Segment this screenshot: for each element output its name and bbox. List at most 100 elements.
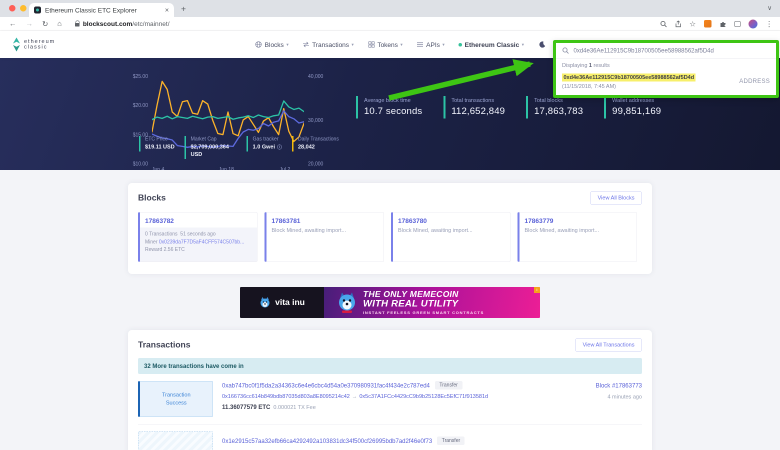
ethereum-classic-logo[interactable]: ethereum classic <box>12 37 55 52</box>
chevron-down-icon: ▾ <box>286 42 288 48</box>
browser-menu-icon[interactable]: ⋮ <box>766 19 774 28</box>
view-all-blocks-button[interactable]: View All Blocks <box>590 191 642 205</box>
search-result-type: ADDRESS <box>739 78 770 85</box>
hero-substats: ETC Price $19.11 USD Market Cap $2,709,0… <box>139 136 339 159</box>
browser-tab[interactable]: Ethereum Classic ETC Explorer × <box>29 3 174 17</box>
tab-close-icon[interactable]: × <box>165 6 169 14</box>
info-icon[interactable]: i <box>277 145 282 150</box>
network-status-dot-icon <box>459 43 463 47</box>
view-all-transactions-button[interactable]: View All Transactions <box>575 338 642 352</box>
search-dropdown: 0xd4e36Ae112915C9b18700505ee58988562af5D… <box>553 40 779 98</box>
block-tx-count: 0 Transactions <box>145 232 178 238</box>
blocks-title: Blocks <box>138 193 166 203</box>
block-number-link[interactable]: 17863781 <box>267 213 384 228</box>
reload-icon[interactable]: ↻ <box>42 19 48 28</box>
block-reward: Reward 2.56 ETC <box>145 246 252 254</box>
block-status: Block Mined, awaiting import... <box>520 228 637 234</box>
globe-icon <box>255 41 262 48</box>
url-path: /etc/mainnet/ <box>132 20 169 28</box>
etc-diamond-icon <box>12 37 21 52</box>
back-icon[interactable]: ← <box>9 20 17 29</box>
new-transactions-banner[interactable]: 32 More transactions have come in <box>138 358 642 374</box>
stat-label: ETC Price <box>145 137 175 143</box>
ad-copy: THE ONLY MEMECOIN WITH REAL UTILITY INST… <box>363 290 484 315</box>
nav-network-selector[interactable]: Ethereum Classic ▾ <box>459 41 524 49</box>
window-close-button[interactable] <box>9 5 16 12</box>
home-icon[interactable]: ⌂ <box>57 20 62 29</box>
stat-value: 28,042 <box>298 144 339 151</box>
search-result-hash[interactable]: 0xd4e36Ae112915C9b18700505ee58988562af5D… <box>562 74 696 82</box>
stat-value: $19.11 USD <box>145 144 175 151</box>
nav-transactions[interactable]: Transactions ▾ <box>303 41 354 49</box>
lock-icon <box>75 23 80 27</box>
list-icon <box>417 41 424 48</box>
stat-label: Wallet addresses <box>612 98 661 104</box>
stat-total-transactions: Total transactions 112,652,849 <box>443 96 505 119</box>
browser-window: Ethereum Classic ETC Explorer × + ∨ ← → … <box>0 0 780 450</box>
stat-etc-price: ETC Price $19.11 USD <box>139 136 175 151</box>
share-icon[interactable] <box>675 20 682 27</box>
transaction-hash-link[interactable]: 0x1e2915c57aa32efb66ca4292492a103831dc34… <box>222 437 432 444</box>
divider <box>138 424 642 425</box>
block-number-link[interactable]: 17863779 <box>520 213 637 228</box>
to-address-link[interactable]: 0x5c37A1FCc4429cC9b9b25128Ec5EfC71f91358… <box>359 394 488 400</box>
nav-apis[interactable]: APIs ▾ <box>417 41 445 49</box>
transaction-hash-link[interactable]: 0xab747bc0f1f5da2a34363c6e4e6cbc4d54a0e3… <box>222 382 430 389</box>
ad-banner[interactable]: vita inu THE ONLY MEMECOIN WITH REAL UTI… <box>240 287 540 318</box>
blocks-section: Blocks View All Blocks 17863782 0 Transa… <box>128 183 652 274</box>
transactions-title: Transactions <box>138 340 190 350</box>
address-bar[interactable]: blockscout.com/etc/mainnet/ <box>75 20 660 28</box>
axis-tick: 30,000 <box>308 118 323 124</box>
stat-label: Average block time <box>364 98 422 104</box>
transaction-fee: 0.000021 TX Fee <box>273 405 315 411</box>
transaction-row: Transaction Success 0xab747bc0f1f5da2a34… <box>138 381 642 417</box>
axis-tick: 20,000 <box>308 162 323 168</box>
from-address-link[interactable]: 0x166736cc614b849bdb87035d803a8E8095214c… <box>222 394 350 400</box>
window-chevron-icon[interactable]: ∨ <box>767 4 772 12</box>
browser-toolbar: ← → ↻ ⌂ blockscout.com/etc/mainnet/ ☆ ⋮ <box>0 17 780 31</box>
stat-value: 17,863,783 <box>534 106 583 117</box>
nav-apis-label: APIs <box>426 41 440 49</box>
new-tab-button[interactable]: + <box>181 4 186 14</box>
nav-tokens[interactable]: Tokens ▾ <box>368 41 403 49</box>
block-card: 17863781 Block Mined, awaiting import... <box>265 212 385 262</box>
stat-label: Gas tracker <box>253 137 282 143</box>
nav-tokens-label: Tokens <box>377 41 398 49</box>
site-search-input[interactable]: 0xd4e36Ae112915C9b18700505ee58988562af5D… <box>574 47 714 54</box>
sidebar-extension-icon[interactable] <box>735 21 741 27</box>
axis-tick: $10.00 <box>128 161 148 167</box>
arrow-right-icon: → <box>350 394 360 400</box>
dark-mode-moon-icon[interactable] <box>538 41 546 49</box>
stat-daily-transactions: Daily Transactions 28,042 <box>292 136 339 151</box>
stat-gas-tracker: Gas tracker 1.0 Gweii <box>247 136 282 151</box>
search-result-item[interactable]: 0xd4e36Ae112915C9b18700505ee58988562af5D… <box>556 70 776 93</box>
extensions-puzzle-icon[interactable] <box>720 20 727 27</box>
stat-label: Total transactions <box>451 98 505 104</box>
block-status: Block Mined, awaiting import... <box>393 228 510 234</box>
logo-line2: classic <box>24 45 55 51</box>
block-number-link[interactable]: 17863782 <box>140 213 257 228</box>
search-icon <box>562 47 569 54</box>
metamask-extension-icon[interactable] <box>704 20 712 28</box>
transaction-status-badge: Transaction Success <box>138 381 213 417</box>
window-minimize-button[interactable] <box>20 5 27 12</box>
browser-tab-bar: Ethereum Classic ETC Explorer × + ∨ <box>0 0 780 17</box>
miner-address-link[interactable]: 0x0239da7F7D5aF4CFF574C507bb... <box>159 239 244 245</box>
transaction-type-chip: Transfer <box>437 437 464 446</box>
ad-dog-mascot <box>335 291 359 315</box>
bookmark-star-icon[interactable]: ☆ <box>689 19 696 28</box>
ad-choices-icon[interactable]: i <box>534 287 540 293</box>
transaction-block-link[interactable]: Block #17863773 <box>596 382 642 389</box>
nav-blocks[interactable]: Blocks ▾ <box>255 41 288 49</box>
chevron-down-icon: ▾ <box>522 42 524 48</box>
stat-total-blocks: Total blocks 17,863,783 <box>526 96 583 119</box>
stat-market-cap: Market Cap $2,709,000,364 USD <box>185 136 237 159</box>
ad-tagline: INSTANT FEELESS GREEN SMART CONTRACTS <box>363 311 484 315</box>
profile-avatar[interactable] <box>749 19 758 28</box>
block-age: 51 seconds ago <box>180 232 215 238</box>
chevron-down-icon: ▾ <box>352 42 354 48</box>
block-meta: 0 Transactions 51 seconds ago Miner 0x02… <box>140 228 257 263</box>
block-number-link[interactable]: 17863780 <box>393 213 510 228</box>
search-icon[interactable] <box>660 20 667 27</box>
forward-icon[interactable]: → <box>26 20 34 29</box>
